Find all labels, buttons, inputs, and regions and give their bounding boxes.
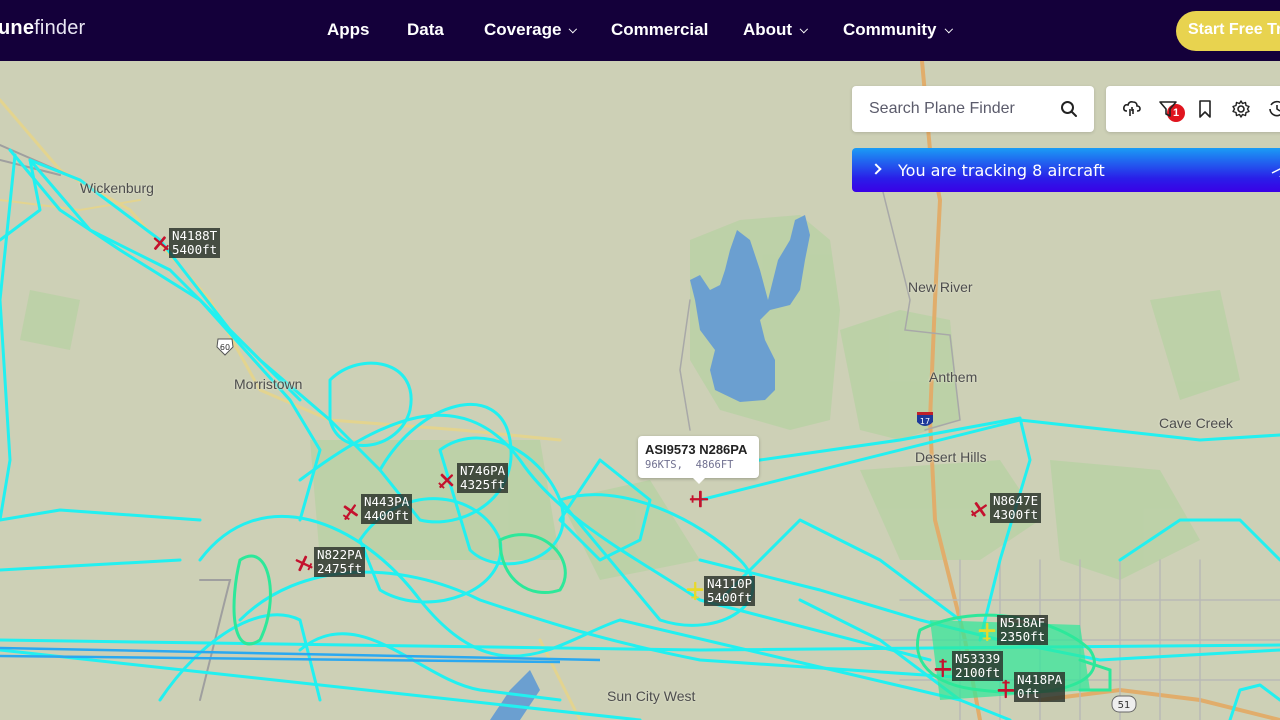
chevron-down-icon — [569, 24, 578, 34]
aircraft-label: N8647E 4300ft — [990, 493, 1042, 523]
place-label: Anthem — [929, 369, 978, 385]
gear-icon[interactable] — [1231, 99, 1251, 119]
place-label: New River — [908, 279, 973, 295]
state-route-shield: 51 — [1111, 695, 1137, 713]
callsign: N443PA — [364, 494, 410, 509]
popup-detail: 96KTS, 4866FT — [645, 459, 734, 471]
place-label: Wickenburg — [80, 180, 154, 196]
airplane-icon — [978, 622, 996, 642]
start-free-trial-button[interactable]: Start Free Trial — [1176, 11, 1280, 51]
airplane-icon — [970, 502, 987, 518]
callsign: N8647E — [993, 493, 1039, 508]
tracking-text: You are tracking 8 aircraft — [898, 161, 1105, 180]
airplane-icon — [934, 658, 952, 678]
history-icon[interactable] — [1267, 99, 1280, 119]
aircraft-label: N746PA 4325ft — [457, 463, 509, 493]
callsign: N746PA — [460, 463, 506, 478]
tracking-banner[interactable]: You are tracking 8 aircraft — [852, 148, 1280, 192]
cloud-rain-icon[interactable] — [1122, 99, 1142, 119]
nav-about-label: About — [743, 20, 793, 39]
interstate-shield: 17 — [917, 412, 933, 426]
nav-data-label: Data — [407, 20, 444, 39]
airplane-icon — [686, 581, 704, 601]
logo-light-text: finder — [34, 17, 86, 39]
airplane-icon — [342, 504, 358, 521]
altitude: 4300ft — [993, 507, 1039, 522]
shield-label: 60 — [220, 343, 230, 352]
filter-icon[interactable] — [1158, 99, 1178, 119]
bookmark-icon[interactable] — [1195, 99, 1215, 119]
terrain-green — [20, 215, 1240, 580]
aircraft-label: N418PA 0ft — [1014, 672, 1066, 702]
altitude: 5400ft — [707, 590, 753, 605]
altitude: 2100ft — [955, 665, 1001, 680]
airplane-outline-icon — [1271, 168, 1280, 177]
popup-title: ASI9573 N286PA — [645, 442, 748, 457]
chevron-down-icon — [799, 24, 809, 34]
shield-label: 51 — [1118, 700, 1131, 711]
callsign: N4188T — [172, 228, 218, 243]
nav-community-label: Community — [843, 20, 937, 39]
aircraft-label: N4110P 5400ft — [704, 576, 756, 606]
aircraft-label: N518AF 2350ft — [997, 615, 1049, 645]
planefinder-logo[interactable]: unefinder — [0, 17, 85, 40]
search-box — [852, 86, 1094, 132]
nav-commercial[interactable]: Commercial — [611, 20, 708, 40]
nav-coverage-label: Coverage — [484, 20, 562, 39]
nav-apps-label: Apps — [327, 20, 370, 39]
altitude: 0ft — [1017, 686, 1040, 701]
place-label: Cave Creek — [1159, 415, 1233, 431]
altitude: 5400ft — [172, 242, 218, 257]
aircraft-popup[interactable]: ASI9573 N286PA 96KTS, 4866FT — [638, 436, 759, 484]
callsign: N53339 — [955, 651, 1001, 666]
nav-about[interactable]: About — [743, 20, 809, 40]
chevron-down-icon — [944, 24, 953, 34]
callsign: N4110P — [707, 576, 753, 591]
us-highway-shield: 60 — [216, 338, 234, 356]
airplane-icon — [438, 473, 454, 489]
callsign: N518AF — [1000, 615, 1046, 630]
aircraft-label: N53339 2100ft — [952, 651, 1004, 681]
aircraft-label: N4188T 5400ft — [169, 228, 221, 258]
search-input[interactable] — [852, 86, 1052, 132]
callsign: N418PA — [1017, 672, 1063, 687]
airplane-icon — [295, 555, 313, 572]
nav-apps[interactable]: Apps — [327, 20, 370, 40]
callsign: N822PA — [317, 547, 363, 562]
nav-data[interactable]: Data — [407, 20, 444, 40]
nav-coverage[interactable]: Coverage — [484, 20, 578, 40]
altitude: 2475ft — [317, 561, 363, 576]
altitude: 2350ft — [1000, 629, 1046, 644]
place-label: Sun City West — [607, 688, 696, 704]
place-label: Morristown — [234, 376, 303, 392]
nav-community[interactable]: Community — [843, 20, 953, 40]
search-icon[interactable] — [1060, 100, 1078, 118]
logo-bold-text: une — [0, 17, 35, 39]
shield-label: 17 — [920, 417, 930, 426]
chevron-right-icon — [870, 163, 882, 175]
aircraft-label: N443PA 4400ft — [361, 494, 413, 524]
aircraft-label: N822PA 2475ft — [314, 547, 366, 577]
place-label: Desert Hills — [915, 449, 987, 465]
nav-commercial-label: Commercial — [611, 20, 709, 39]
airplane-icon — [689, 490, 709, 508]
altitude: 4400ft — [364, 508, 410, 523]
altitude: 4325ft — [460, 477, 506, 492]
top-navigation: unefinder Apps Data Coverage Commercial … — [0, 0, 1280, 61]
